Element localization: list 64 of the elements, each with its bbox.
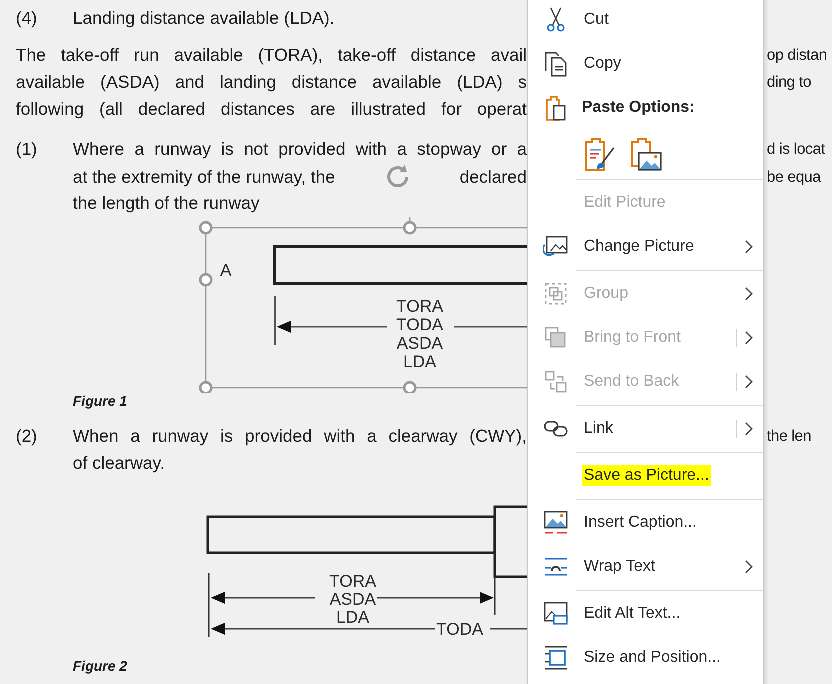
body-text: d is locat <box>767 140 826 160</box>
menu-item[interactable]: Size and Position... <box>528 636 763 680</box>
picture-swap-icon <box>543 235 569 259</box>
body-text: Where a runway is not provided with a stopway or a <box>73 138 527 161</box>
diagram-label: TODA <box>436 620 484 639</box>
diagram-label: TORA <box>330 572 376 591</box>
menu-item[interactable]: Link <box>528 407 763 451</box>
diagram-label: A <box>220 261 232 280</box>
clipboard-icon <box>545 95 567 121</box>
wrap-text-icon <box>543 556 569 578</box>
menu-item[interactable]: Cut <box>528 0 763 42</box>
diagram-label: LDA <box>336 608 370 627</box>
paste-options-heading: Paste Options: <box>528 86 763 130</box>
link-icon <box>543 420 569 438</box>
grouped-squares-icon <box>544 282 568 306</box>
clipboard-picture-icon[interactable] <box>628 135 664 173</box>
body-text: When a runway is provided with a clearway (CWY), <box>73 425 527 448</box>
menu-item[interactable]: Insert Caption... <box>528 501 763 545</box>
item-number: (1) <box>16 138 38 161</box>
body-text: at the extremity of the runway, the <box>73 166 336 189</box>
chevron-icon <box>745 375 753 389</box>
resize-handle[interactable] <box>199 221 213 235</box>
menu-item[interactable]: Change Picture <box>528 225 763 269</box>
body-text: The take-off run available (TORA), take-off distance avail <box>16 44 527 67</box>
picture-caption-icon <box>543 510 569 536</box>
resize-handle[interactable] <box>199 273 213 287</box>
menu-item[interactable]: Wrap Text <box>528 545 763 589</box>
copy-icon <box>544 51 568 77</box>
diagram-label: ASDA <box>396 334 444 353</box>
body-text: of clearway. <box>73 452 166 475</box>
picture-text-icon <box>543 601 569 627</box>
scissors-icon <box>546 7 566 33</box>
diagram-label: TORA <box>396 297 444 316</box>
offset-squares-icon <box>544 370 568 394</box>
diagram-label: TODA <box>396 316 444 334</box>
menu-item[interactable]: Copy <box>528 42 763 86</box>
menu-item[interactable]: Edit Alt Text... <box>528 592 763 636</box>
body-text: following (all declared distances are illustrated for operat <box>16 98 527 121</box>
item-number: (4) <box>16 7 38 30</box>
chevron-icon <box>745 287 753 301</box>
figure-caption: Figure 1 <box>72 393 128 409</box>
body-text: the len <box>767 427 812 447</box>
chevron-icon <box>745 331 753 345</box>
diagram-label: ASDA <box>330 590 376 609</box>
body-text: op distan <box>767 46 828 66</box>
frame-lines-icon <box>543 645 569 671</box>
body-text: available (ASDA) and landing distance available (LDA) s <box>16 71 527 94</box>
diagram-label: LDA <box>403 352 437 372</box>
body-text: ding to <box>767 73 812 93</box>
chevron-icon <box>745 240 753 254</box>
body-text: the length of the runway <box>73 192 260 215</box>
chevron-icon <box>745 560 753 574</box>
resize-handle[interactable] <box>403 381 417 393</box>
body-text: be equa <box>767 168 822 188</box>
resize-handle[interactable] <box>403 221 417 235</box>
menu-item[interactable]: Save as Picture... <box>528 454 763 498</box>
item-number: (2) <box>16 425 38 448</box>
chevron-icon <box>745 422 753 436</box>
resize-handle[interactable] <box>199 381 213 393</box>
body-text: Landing distance available (LDA). <box>73 7 335 30</box>
stacked-squares-icon <box>544 326 568 350</box>
dimension-line <box>490 628 527 630</box>
figure-caption: Figure 2 <box>72 658 128 674</box>
body-text: declared <box>460 166 527 188</box>
